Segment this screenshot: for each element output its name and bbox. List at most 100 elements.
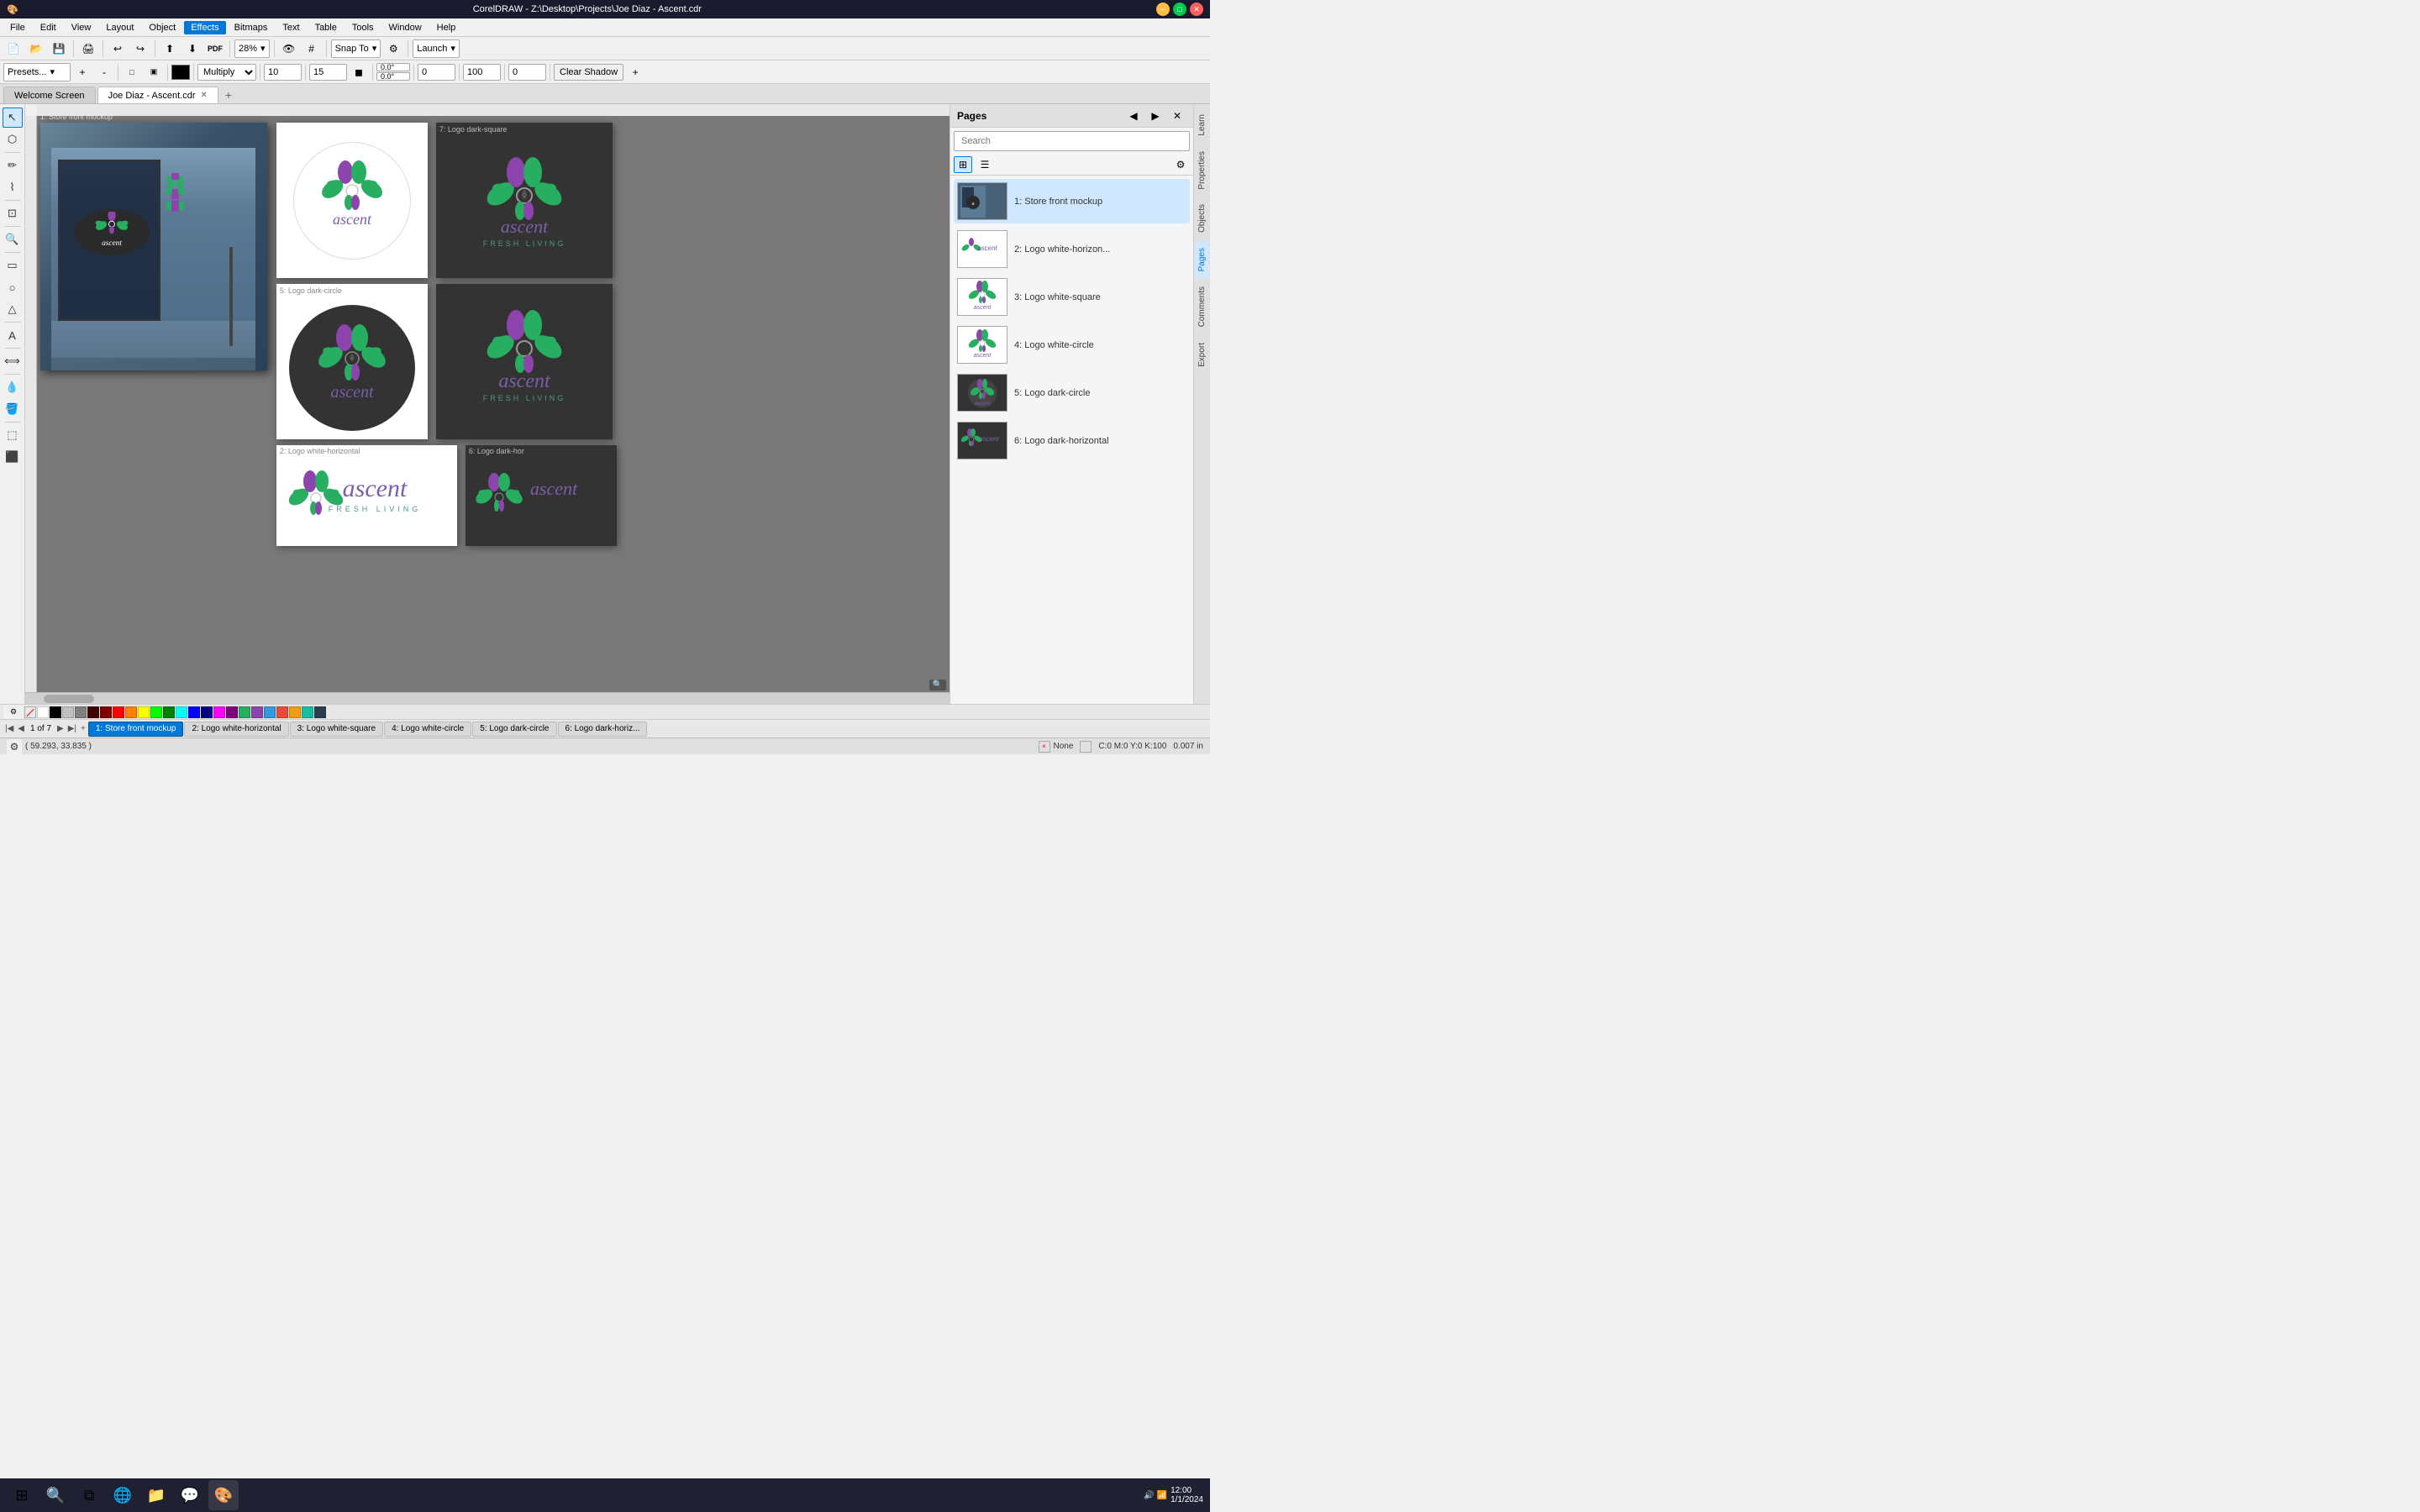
swatch-yellow[interactable] — [138, 706, 150, 718]
page-nav-next[interactable]: ▶ — [55, 724, 66, 733]
panel-nav-forward[interactable]: ▶ — [1146, 108, 1165, 124]
view-settings-button[interactable]: ⚙ — [1171, 156, 1190, 173]
page-tab-1[interactable]: 1: Store front mockup — [88, 722, 184, 737]
menu-file[interactable]: File — [3, 21, 32, 34]
grid-button[interactable]: # — [302, 39, 322, 58]
swatch-dark-red[interactable] — [87, 706, 99, 718]
horizontal-scrollbar[interactable] — [25, 692, 950, 704]
polygon-tool[interactable]: △ — [3, 299, 23, 319]
page-item-4[interactable]: ascent 4: Logo white-circle — [954, 323, 1190, 367]
explorer-button[interactable]: 📁 — [141, 1480, 171, 1510]
blend-tool[interactable]: ⟺ — [3, 351, 23, 371]
page-item-1[interactable]: a 1: Store front mockup — [954, 179, 1190, 223]
shadow-inside-button[interactable]: ▣ — [144, 63, 164, 81]
direction-input[interactable] — [418, 64, 455, 81]
swatch-gray[interactable] — [75, 706, 87, 718]
smart-draw-tool[interactable]: ⌇ — [3, 177, 23, 197]
menu-table[interactable]: Table — [308, 21, 344, 34]
page-tab-6[interactable]: 6: Logo dark-horiz... — [558, 722, 648, 737]
add-effect-button[interactable]: + — [625, 63, 645, 81]
page-item-2[interactable]: ascent 2: Logo white-horizon... — [954, 227, 1190, 271]
import-button[interactable]: ⬆ — [160, 39, 180, 58]
page-item-3[interactable]: ascent 3: Logo white-square — [954, 275, 1190, 319]
feather-input[interactable] — [309, 64, 347, 81]
swatch-maroon[interactable] — [100, 706, 112, 718]
crop-tool[interactable]: ⊡ — [3, 203, 23, 223]
hscroll-thumb[interactable] — [44, 695, 94, 703]
side-tab-objects[interactable]: Objects — [1195, 197, 1209, 239]
select-tool[interactable]: ↖ — [3, 108, 23, 128]
clear-shadow-button[interactable]: Clear Shadow — [554, 64, 623, 81]
tab-welcome-screen[interactable]: Welcome Screen — [3, 87, 96, 103]
page-nav-first[interactable]: |◀ — [3, 724, 15, 733]
menu-effects[interactable]: Effects — [184, 21, 225, 34]
menu-tools[interactable]: Tools — [345, 21, 381, 34]
menu-layout[interactable]: Layout — [99, 21, 140, 34]
shape-tool[interactable]: ⬡ — [3, 129, 23, 150]
swatch-green[interactable] — [150, 706, 162, 718]
corel-button[interactable]: 🎨 — [208, 1480, 239, 1510]
edge-button[interactable]: 🌐 — [108, 1480, 138, 1510]
swatch-settings-button[interactable]: ⚙ — [3, 704, 24, 719]
opacity-input[interactable] — [264, 64, 302, 81]
page-nav-prev[interactable]: ◀ — [16, 724, 26, 733]
feather-direction-button[interactable]: ◼ — [349, 63, 369, 81]
swatch-brand-green[interactable] — [239, 706, 250, 718]
minimize-button[interactable]: ─ — [1156, 3, 1170, 16]
add-tab-button[interactable]: + — [220, 87, 237, 103]
swatch-dark-blue[interactable] — [201, 706, 213, 718]
ellipse-tool[interactable]: ○ — [3, 277, 23, 297]
snap-to-dropdown[interactable]: Snap To ▾ — [331, 39, 381, 58]
freehand-tool[interactable]: ✏ — [3, 155, 23, 176]
pages-search-input[interactable] — [954, 131, 1190, 151]
swatch-none[interactable] — [24, 706, 36, 718]
snap-settings-button[interactable]: ⚙ — [383, 39, 403, 58]
swatch-amber[interactable] — [289, 706, 301, 718]
swatch-cyan[interactable] — [176, 706, 187, 718]
page-item-5[interactable]: ascent 5: Logo dark-circle — [954, 370, 1190, 415]
fill-tool[interactable]: 🪣 — [3, 399, 23, 419]
status-settings-button[interactable]: ⚙ — [7, 739, 22, 754]
page-nav-last[interactable]: ▶| — [66, 724, 78, 733]
menu-window[interactable]: Window — [382, 21, 429, 34]
page-tab-2[interactable]: 2: Logo white-horizontal — [184, 722, 288, 737]
new-button[interactable]: 📄 — [3, 39, 24, 58]
angle-x-input[interactable] — [376, 63, 410, 71]
swatch-sky-blue[interactable] — [264, 706, 276, 718]
tab-close-icon[interactable]: ✕ — [201, 91, 208, 100]
zoom-dropdown[interactable]: 28% ▾ — [234, 39, 270, 58]
swatch-black[interactable] — [50, 706, 61, 718]
eyedropper-tool[interactable]: 💧 — [3, 377, 23, 397]
swatch-brand-purple[interactable] — [251, 706, 263, 718]
side-tab-comments[interactable]: Comments — [1195, 280, 1209, 333]
fade-input[interactable] — [463, 64, 501, 81]
stretch-input[interactable] — [508, 64, 546, 81]
menu-text[interactable]: Text — [276, 21, 306, 34]
tab-joe-diaz[interactable]: Joe Diaz - Ascent.cdr ✕ — [97, 87, 218, 103]
smart-fill-tool[interactable]: ⬛ — [3, 447, 23, 467]
swatch-magenta[interactable] — [213, 706, 225, 718]
menu-object[interactable]: Object — [142, 21, 182, 34]
page-item-6[interactable]: ascent 6: Logo dark-horizontal — [954, 418, 1190, 463]
pdf-button[interactable]: PDF — [205, 39, 225, 58]
view-list-button[interactable]: ☰ — [976, 156, 994, 173]
menu-help[interactable]: Help — [430, 21, 463, 34]
panel-nav-back[interactable]: ◀ — [1124, 108, 1143, 124]
menu-bitmaps[interactable]: Bitmaps — [228, 21, 275, 34]
save-button[interactable]: 💾 — [49, 39, 69, 58]
open-button[interactable]: 📂 — [26, 39, 46, 58]
page-add-button[interactable]: + — [79, 724, 87, 733]
side-tab-properties[interactable]: Properties — [1195, 144, 1209, 197]
remove-preset-button[interactable]: - — [94, 63, 114, 81]
blend-mode-select[interactable]: Multiply Normal Screen — [197, 64, 256, 81]
launch-dropdown[interactable]: Launch ▾ — [413, 39, 460, 58]
canvas[interactable]: 1: Store front mockup — [37, 116, 950, 692]
swatch-teal[interactable] — [302, 706, 313, 718]
swatch-orange[interactable] — [125, 706, 137, 718]
swatch-blue[interactable] — [188, 706, 200, 718]
print-button[interactable]: 🖨 — [78, 39, 98, 58]
swatch-purple[interactable] — [226, 706, 238, 718]
search-button[interactable]: 🔍 — [40, 1480, 71, 1510]
undo-button[interactable]: ↩ — [108, 39, 128, 58]
start-button[interactable]: ⊞ — [7, 1480, 37, 1510]
